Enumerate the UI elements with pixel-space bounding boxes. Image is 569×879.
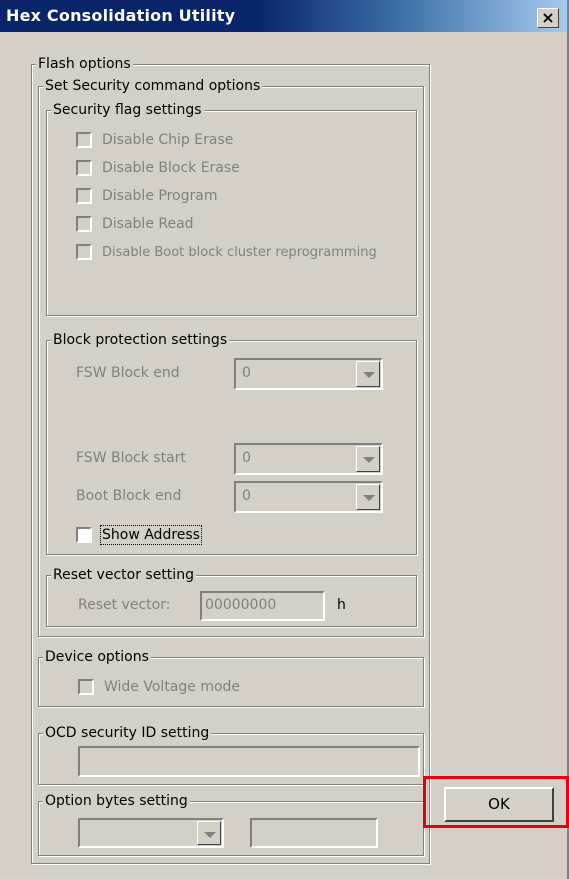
chevron-down-icon[interactable] (356, 361, 380, 387)
ocd-security-label: OCD security ID setting (43, 724, 212, 742)
disable-program-checkbox[interactable]: Disable Program (76, 188, 217, 204)
checkbox-box (76, 160, 92, 176)
block-protection-label: Block protection settings (51, 331, 230, 349)
ocd-security-input[interactable] (78, 746, 420, 777)
select-value: 0 (242, 365, 251, 381)
chevron-down-icon[interactable] (356, 446, 380, 472)
fsw-block-end-label: FSW Block end (76, 365, 180, 381)
disable-boot-block-checkbox[interactable]: Disable Boot block cluster reprogramming (76, 244, 377, 260)
option-bytes-select[interactable] (78, 818, 224, 848)
checkbox-label: Show Address (100, 525, 202, 545)
checkbox-label: Disable Program (102, 188, 218, 204)
chevron-down-icon[interactable] (197, 821, 221, 845)
reset-vector-label: Reset vector: (78, 597, 171, 613)
fsw-block-start-select[interactable]: 0 (234, 443, 383, 475)
window-title: Hex Consolidation Utility (6, 6, 236, 25)
checkbox-box (76, 188, 92, 204)
checkbox-box (76, 244, 92, 260)
checkbox-label: Disable Read (102, 216, 194, 232)
chevron-down-icon[interactable] (356, 484, 380, 510)
checkbox-box (76, 216, 92, 232)
reset-vector-group-label: Reset vector setting (51, 566, 196, 584)
option-bytes-label: Option bytes setting (43, 792, 190, 810)
show-address-checkbox[interactable]: Show Address (76, 525, 202, 545)
select-value: 0 (242, 488, 251, 504)
checkbox-box (78, 679, 94, 695)
fsw-block-end-select[interactable]: 0 (234, 358, 383, 390)
device-options-label: Device options (43, 648, 151, 666)
dialog-window: Hex Consolidation Utility × Flash option… (0, 0, 569, 879)
close-icon: × (541, 8, 555, 27)
select-value: 0 (242, 450, 251, 466)
boot-block-end-label: Boot Block end (76, 488, 182, 504)
boot-block-end-select[interactable]: 0 (234, 481, 383, 513)
wide-voltage-checkbox[interactable]: Wide Voltage mode (78, 679, 240, 695)
checkbox-box (76, 527, 92, 543)
reset-vector-unit: h (337, 597, 346, 613)
set-security-label: Set Security command options (43, 77, 263, 95)
checkbox-label: Disable Boot block cluster reprogramming (102, 244, 377, 260)
checkbox-label: Wide Voltage mode (104, 679, 241, 695)
option-bytes-input[interactable] (250, 818, 378, 848)
reset-vector-input[interactable]: 00000000 (200, 591, 325, 621)
reset-vector-value: 00000000 (205, 597, 277, 613)
checkbox-box (76, 132, 92, 148)
flash-options-label: Flash options (36, 55, 133, 73)
close-button[interactable]: × (537, 8, 559, 28)
title-bar[interactable]: Hex Consolidation Utility × (0, 0, 567, 32)
disable-read-checkbox[interactable]: Disable Read (76, 216, 194, 232)
disable-block-erase-checkbox[interactable]: Disable Block Erase (76, 160, 240, 176)
fsw-block-start-label: FSW Block start (76, 450, 186, 466)
checkbox-label: Disable Chip Erase (102, 132, 234, 148)
security-flag-label: Security flag settings (51, 101, 204, 119)
disable-chip-erase-checkbox[interactable]: Disable Chip Erase (76, 132, 233, 148)
ok-button[interactable]: OK (444, 787, 554, 822)
checkbox-label: Disable Block Erase (102, 160, 240, 176)
